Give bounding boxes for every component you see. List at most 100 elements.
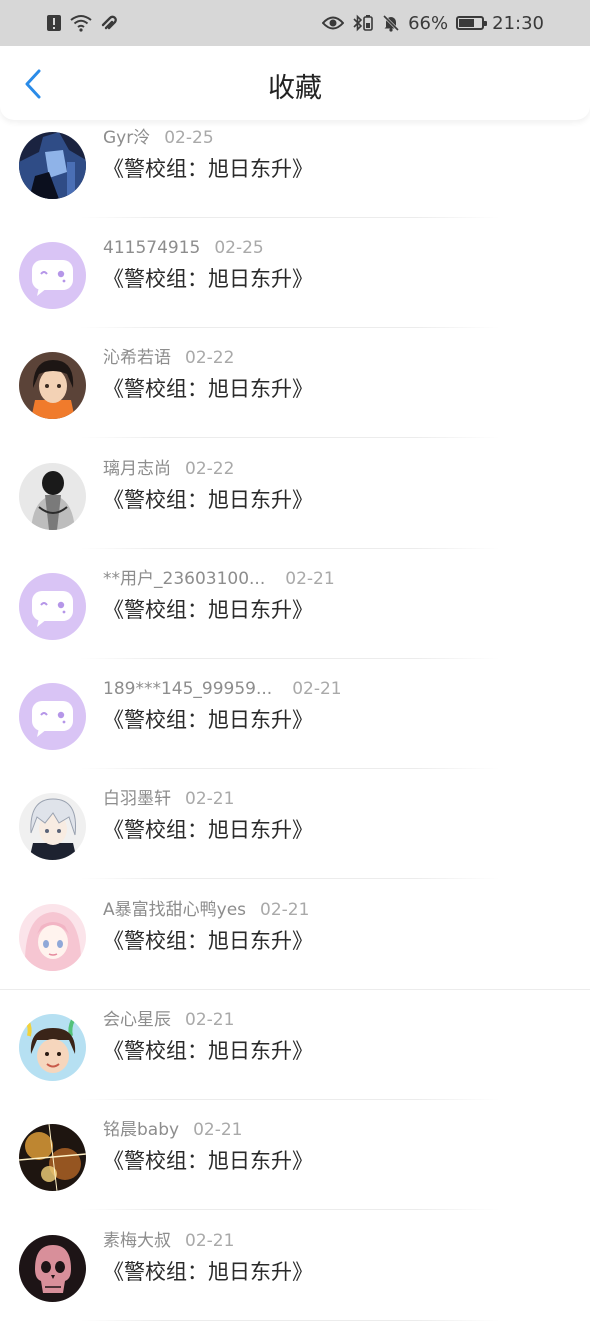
avatar-image [19,132,86,199]
username[interactable]: A暴富找甜心鸭yes [103,897,246,923]
book-title[interactable]: 《警校组：旭日东升》 [103,485,313,515]
divider [80,1320,500,1321]
mute-bell-icon [382,14,400,32]
status-bar: 66% 21:30 [0,0,590,46]
user-meta: 白羽墨轩 02-21 [103,786,234,812]
bluetooth-battery-icon [352,14,374,32]
avatar[interactable] [19,1014,86,1081]
avatar-image [19,352,86,419]
divider [80,1099,500,1100]
book-title[interactable]: 《警校组：旭日东升》 [103,1146,313,1176]
list-item[interactable]: 沁希若语 02-22 《警校组：旭日东升》 [0,345,590,455]
username[interactable]: Gyr泠 [103,125,150,151]
avatar[interactable] [19,1235,86,1302]
user-meta: 411574915 02-25 [103,235,264,261]
username[interactable]: 沁希若语 [103,345,171,371]
avatar-image [19,1014,86,1081]
book-title[interactable]: 《警校组：旭日东升》 [103,154,313,184]
avatar[interactable] [19,352,86,419]
date: 02-21 [185,1010,235,1030]
avatar[interactable] [19,904,86,971]
notification-alert-icon [46,14,62,32]
avatar[interactable] [19,463,86,530]
list-item[interactable]: 素梅大叔 02-21 《警校组：旭日东升》 [0,1228,590,1338]
divider [80,327,500,328]
avatar-image [19,463,86,530]
divider [80,217,500,218]
date: 02-21 [292,679,342,699]
battery-percent: 66% [408,12,449,34]
user-meta: 189***145_99959... 02-21 [103,676,342,702]
divider [80,878,500,879]
date: 02-21 [185,1231,235,1251]
date: 02-22 [185,459,235,479]
avatar[interactable] [19,573,86,640]
avatar[interactable] [19,1124,86,1191]
list-item[interactable]: **用户_23603100... 02-21 《警校组：旭日东升》 [0,566,590,676]
user-meta: 铭晨baby 02-21 [103,1117,242,1143]
status-bar-left [46,14,120,32]
username[interactable]: 素梅大叔 [103,1228,171,1254]
avatar[interactable] [19,683,86,750]
list-item[interactable]: 璃月志尚 02-22 《警校组：旭日东升》 [0,456,590,566]
divider [80,437,500,438]
divider [80,1209,500,1210]
username[interactable]: 411574915 [103,235,200,261]
list-item[interactable]: 白羽墨轩 02-21 《警校组：旭日东升》 [0,786,590,896]
divider [80,658,500,659]
user-meta: 会心星辰 02-21 [103,1007,234,1033]
user-meta: 素梅大叔 02-21 [103,1228,234,1254]
book-title[interactable]: 《警校组：旭日东升》 [103,595,313,625]
divider [80,548,500,549]
avatar[interactable] [19,793,86,860]
book-title[interactable]: 《警校组：旭日东升》 [103,264,313,294]
date: 02-21 [285,569,335,589]
date: 02-21 [185,789,235,809]
list-item[interactable]: 411574915 02-25 《警校组：旭日东升》 [0,235,590,345]
book-title[interactable]: 《警校组：旭日东升》 [103,1036,313,1066]
username[interactable]: **用户_23603100... [103,566,265,592]
username[interactable]: 189***145_99959... [103,676,272,702]
battery-icon [456,16,488,30]
favorites-list: Gyr泠 02-25 《警校组：旭日东升》 411574915 02-25 《警校组：旭日… [0,0,590,1321]
battery-level [459,19,475,27]
page-title: 收藏 [268,73,322,104]
date: 02-21 [260,900,310,920]
list-item[interactable]: A暴富找甜心鸭yes 02-21 《警校组：旭日东升》 [0,897,590,1007]
list-item[interactable]: 189***145_99959... 02-21 《警校组：旭日东升》 [0,676,590,786]
date: 02-25 [214,238,264,258]
avatar-image [19,683,86,750]
eye-icon [322,15,345,31]
user-meta: 沁希若语 02-22 [103,345,234,371]
book-title[interactable]: 《警校组：旭日东升》 [103,374,313,404]
date: 02-25 [164,128,214,148]
book-title[interactable]: 《警校组：旭日东升》 [103,926,313,956]
avatar[interactable] [19,132,86,199]
list-item[interactable]: Gyr泠 02-25 《警校组：旭日东升》 [0,125,590,235]
user-meta: **用户_23603100... 02-21 [103,566,335,592]
divider [0,989,590,990]
book-title[interactable]: 《警校组：旭日东升》 [103,1257,313,1287]
wifi-icon [70,14,92,32]
clock: 21:30 [492,12,544,34]
status-bar-right: 66% 21:30 [322,13,544,34]
username[interactable]: 白羽墨轩 [103,786,171,812]
user-meta: 璃月志尚 02-22 [103,456,234,482]
avatar-image [19,573,86,640]
list-item[interactable]: 会心星辰 02-21 《警校组：旭日东升》 [0,1007,590,1117]
book-title[interactable]: 《警校组：旭日东升》 [103,705,313,735]
avatar-image [19,793,86,860]
avatar-image [19,1235,86,1302]
date: 02-22 [185,348,235,368]
username[interactable]: 璃月志尚 [103,456,171,482]
username[interactable]: 铭晨baby [103,1117,179,1143]
divider [80,768,500,769]
link-icon [100,14,120,32]
list-item[interactable]: 铭晨baby 02-21 《警校组：旭日东升》 [0,1117,590,1227]
date: 02-21 [193,1120,243,1140]
avatar[interactable] [19,242,86,309]
username[interactable]: 会心星辰 [103,1007,171,1033]
avatar-image [19,242,86,309]
user-meta: A暴富找甜心鸭yes 02-21 [103,897,309,923]
book-title[interactable]: 《警校组：旭日东升》 [103,815,313,845]
